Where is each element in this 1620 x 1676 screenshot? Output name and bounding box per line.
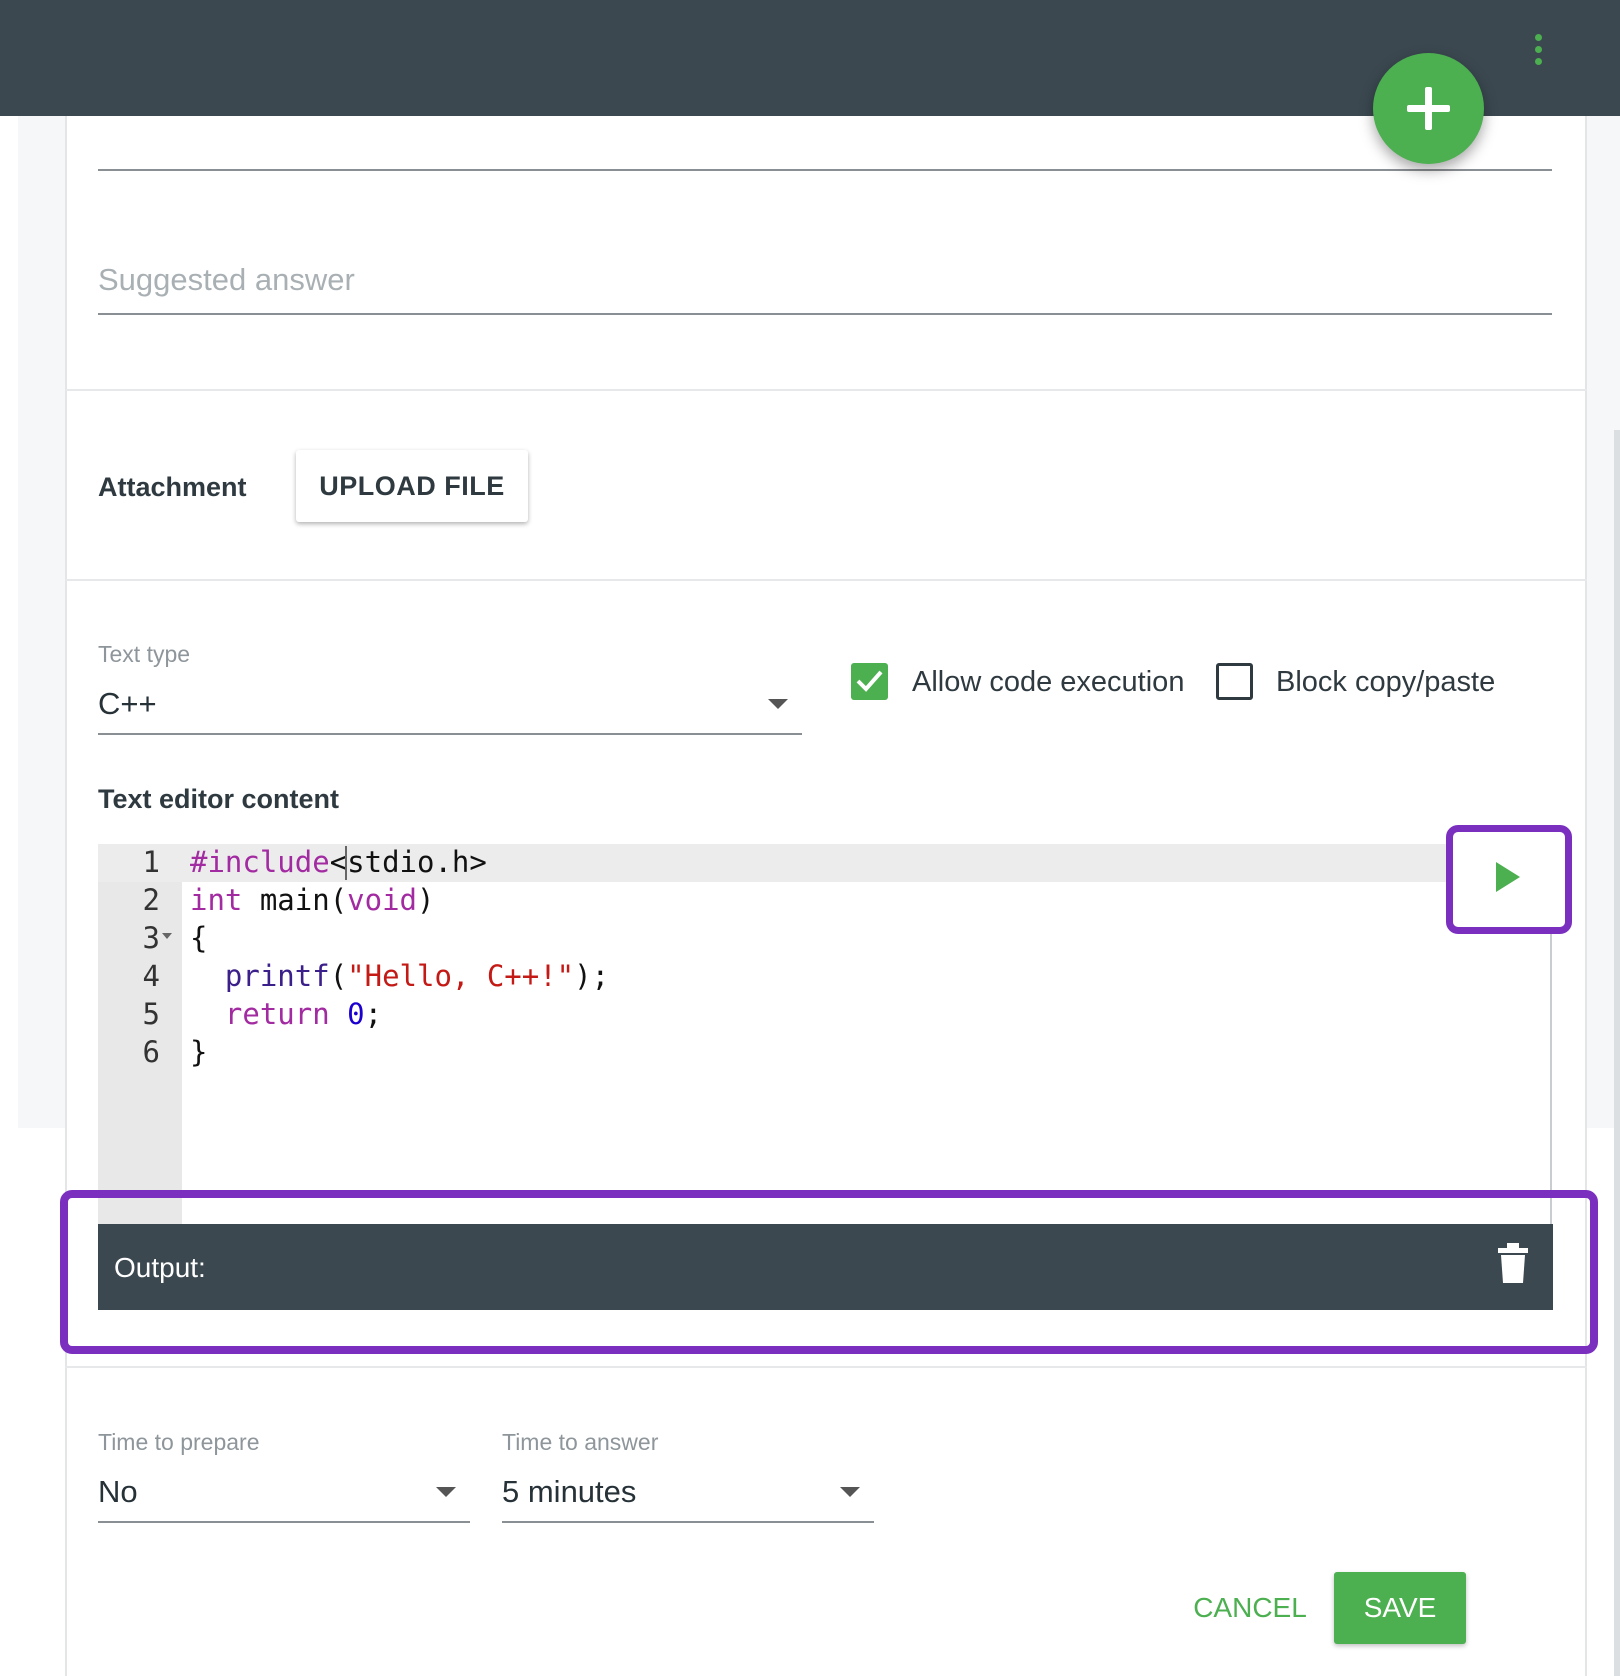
text-cursor — [345, 846, 347, 880]
fold-toggle-icon[interactable] — [162, 933, 172, 939]
allow-code-execution-checkbox[interactable] — [851, 663, 888, 700]
upload-file-button[interactable]: UPLOAD FILE — [296, 450, 528, 522]
time-to-answer-label: Time to answer — [502, 1429, 659, 1455]
line-number: 4 — [142, 959, 160, 993]
text-type-select[interactable]: C++ — [98, 686, 157, 722]
time-to-answer-select[interactable]: 5 minutes — [502, 1474, 636, 1510]
code-line[interactable]: { — [190, 921, 207, 955]
cancel-button[interactable]: CANCEL — [1180, 1572, 1320, 1644]
scrollbar[interactable] — [1614, 430, 1620, 1676]
line-number: 3 — [142, 921, 160, 955]
code-line[interactable]: int main(void) — [190, 883, 434, 917]
save-button[interactable]: SAVE — [1334, 1572, 1466, 1644]
line-number: 2 — [142, 883, 160, 917]
suggested-answer-input[interactable]: Suggested answer — [98, 262, 355, 298]
time-to-prepare-underline — [98, 1521, 470, 1523]
time-to-prepare-label: Time to prepare — [98, 1429, 260, 1455]
text-editor-title: Text editor content — [98, 784, 340, 814]
section-divider — [65, 579, 1587, 581]
chevron-down-icon[interactable] — [768, 699, 788, 709]
play-icon[interactable] — [1496, 862, 1520, 892]
line-number: 5 — [142, 997, 160, 1031]
code-line[interactable]: return 0; — [190, 997, 382, 1031]
time-to-answer-underline — [502, 1521, 874, 1523]
line-number: 1 — [142, 845, 160, 879]
block-copy-paste-checkbox[interactable] — [1216, 663, 1253, 700]
section-divider — [65, 389, 1587, 391]
code-line[interactable]: } — [190, 1035, 207, 1069]
chevron-down-icon[interactable] — [436, 1487, 456, 1497]
line-number: 6 — [142, 1035, 160, 1069]
block-copy-paste-label: Block copy/paste — [1276, 666, 1496, 698]
previous-field-underline — [98, 169, 1552, 171]
time-to-prepare-select[interactable]: No — [98, 1474, 138, 1510]
more-vertical-icon[interactable] — [1526, 34, 1550, 74]
code-line[interactable]: #include<stdio.h> — [190, 845, 487, 879]
code-line[interactable]: printf("Hello, C++!"); — [190, 959, 609, 993]
output-highlight — [60, 1190, 1598, 1354]
plus-icon[interactable] — [1373, 53, 1484, 164]
chevron-down-icon[interactable] — [840, 1487, 860, 1497]
attachment-label: Attachment — [98, 472, 247, 502]
suggested-answer-underline — [98, 313, 1552, 315]
text-type-underline — [98, 733, 802, 735]
text-type-label: Text type — [98, 641, 191, 667]
allow-code-execution-label: Allow code execution — [912, 666, 1185, 698]
section-divider — [65, 1366, 1587, 1368]
